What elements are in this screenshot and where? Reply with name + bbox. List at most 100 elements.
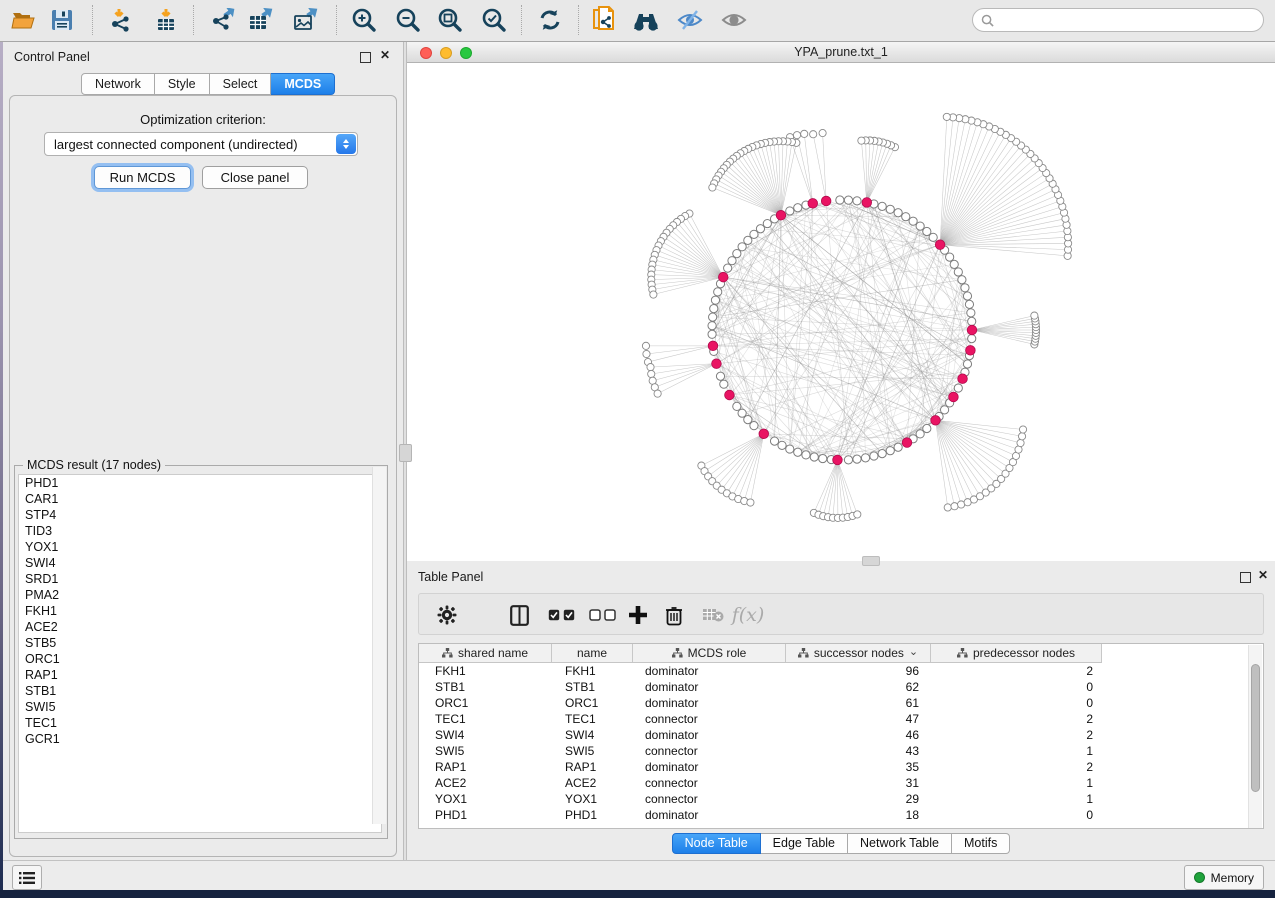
- mcds-result-item[interactable]: SRD1: [19, 571, 381, 587]
- cell-succ[interactable]: 18: [786, 808, 931, 822]
- cell-pred[interactable]: 0: [931, 808, 1102, 822]
- mcds-result-item[interactable]: PMA2: [19, 587, 381, 603]
- cell-role[interactable]: dominator: [633, 760, 786, 774]
- cell-pred[interactable]: 2: [931, 664, 1102, 678]
- export-image-button[interactable]: [288, 3, 324, 37]
- cell-succ[interactable]: 47: [786, 712, 931, 726]
- cell-name[interactable]: YOX1: [552, 792, 633, 806]
- cell-shared[interactable]: ACE2: [419, 776, 552, 790]
- new-network-from-selection-button[interactable]: [586, 3, 622, 37]
- mcds-result-item[interactable]: SWI5: [19, 699, 381, 715]
- run-mcds-button[interactable]: Run MCDS: [94, 166, 191, 189]
- horizontal-splitter-handle[interactable]: [862, 556, 880, 566]
- column-header-role[interactable]: MCDS role: [633, 644, 786, 662]
- table-row-ORC1[interactable]: ORC1ORC1dominator610: [419, 695, 1263, 711]
- cell-succ[interactable]: 96: [786, 664, 931, 678]
- table-row-SWI5[interactable]: SWI5SWI5connector431: [419, 743, 1263, 759]
- zoom-selected-button[interactable]: [476, 3, 512, 37]
- column-header-name[interactable]: name: [552, 644, 633, 662]
- cell-succ[interactable]: 43: [786, 744, 931, 758]
- cell-name[interactable]: SWI4: [552, 728, 633, 742]
- mcds-result-item[interactable]: ORC1: [19, 651, 381, 667]
- delete-table-button[interactable]: [700, 601, 726, 629]
- cell-shared[interactable]: SWI4: [419, 728, 552, 742]
- tab-edge-table[interactable]: Edge Table: [761, 833, 848, 854]
- hide-selected-button[interactable]: [672, 3, 708, 37]
- tab-select[interactable]: Select: [210, 73, 272, 95]
- import-network-button[interactable]: [103, 3, 139, 37]
- cell-name[interactable]: ACE2: [552, 776, 633, 790]
- cell-role[interactable]: dominator: [633, 680, 786, 694]
- function-builder-button[interactable]: f(x): [731, 601, 765, 629]
- delete-columns-button[interactable]: [662, 601, 686, 629]
- create-column-button[interactable]: [625, 601, 651, 629]
- apply-layout-button[interactable]: [532, 3, 568, 37]
- table-row-STB1[interactable]: STB1STB1dominator620: [419, 679, 1263, 695]
- cell-name[interactable]: ORC1: [552, 696, 633, 710]
- network-canvas[interactable]: [407, 63, 1275, 560]
- cell-role[interactable]: dominator: [633, 664, 786, 678]
- mcds-result-list[interactable]: PHD1CAR1STP4TID3YOX1SWI4SRD1PMA2FKH1ACE2…: [18, 474, 382, 833]
- deselect-all-button[interactable]: [587, 601, 617, 629]
- zoom-in-button[interactable]: [346, 3, 382, 37]
- cell-pred[interactable]: 1: [931, 792, 1102, 806]
- cell-pred[interactable]: 2: [931, 728, 1102, 742]
- mcds-result-item[interactable]: FKH1: [19, 603, 381, 619]
- table-scrollbar-thumb[interactable]: [1251, 664, 1260, 792]
- export-table-button[interactable]: [243, 3, 279, 37]
- cell-shared[interactable]: RAP1: [419, 760, 552, 774]
- close-panel-icon[interactable]: ✕: [380, 48, 390, 62]
- task-history-button[interactable]: [12, 865, 42, 890]
- cell-role[interactable]: dominator: [633, 696, 786, 710]
- cell-pred[interactable]: 2: [931, 712, 1102, 726]
- mcds-result-item[interactable]: STP4: [19, 507, 381, 523]
- cell-pred[interactable]: 0: [931, 680, 1102, 694]
- float-panel-icon[interactable]: [360, 52, 371, 63]
- import-table-button[interactable]: [148, 3, 184, 37]
- cell-shared[interactable]: STB1: [419, 680, 552, 694]
- select-all-button[interactable]: [546, 601, 576, 629]
- cell-role[interactable]: dominator: [633, 808, 786, 822]
- mcds-result-item[interactable]: YOX1: [19, 539, 381, 555]
- cell-shared[interactable]: PHD1: [419, 808, 552, 822]
- memory-button[interactable]: Memory: [1184, 865, 1264, 890]
- table-row-FKH1[interactable]: FKH1FKH1dominator962: [419, 663, 1263, 679]
- cell-succ[interactable]: 46: [786, 728, 931, 742]
- cell-pred[interactable]: 1: [931, 776, 1102, 790]
- cell-role[interactable]: connector: [633, 744, 786, 758]
- table-row-ACE2[interactable]: ACE2ACE2connector311: [419, 775, 1263, 791]
- cell-pred[interactable]: 2: [931, 760, 1102, 774]
- cell-shared[interactable]: SWI5: [419, 744, 552, 758]
- cell-shared[interactable]: FKH1: [419, 664, 552, 678]
- table-row-TEC1[interactable]: TEC1TEC1connector472: [419, 711, 1263, 727]
- table-scrollbar[interactable]: [1248, 645, 1262, 828]
- show-columns-button[interactable]: [507, 601, 531, 629]
- zoom-fit-button[interactable]: [432, 3, 468, 37]
- mcds-result-item[interactable]: ACE2: [19, 619, 381, 635]
- table-mode-button[interactable]: [435, 601, 459, 629]
- tab-node-table[interactable]: Node Table: [672, 833, 761, 854]
- cell-shared[interactable]: ORC1: [419, 696, 552, 710]
- export-network-button[interactable]: [205, 3, 241, 37]
- tab-network-table[interactable]: Network Table: [848, 833, 952, 854]
- search-network-button[interactable]: [628, 3, 664, 37]
- mcds-result-item[interactable]: TEC1: [19, 715, 381, 731]
- column-header-shared[interactable]: shared name: [419, 644, 552, 662]
- cell-succ[interactable]: 61: [786, 696, 931, 710]
- mcds-result-item[interactable]: TID3: [19, 523, 381, 539]
- cell-name[interactable]: SWI5: [552, 744, 633, 758]
- tab-network[interactable]: Network: [81, 73, 155, 95]
- zoom-out-button[interactable]: [390, 3, 426, 37]
- cell-role[interactable]: connector: [633, 792, 786, 806]
- table-row-SWI4[interactable]: SWI4SWI4dominator462: [419, 727, 1263, 743]
- network-search-box[interactable]: [972, 8, 1264, 32]
- tab-mcds[interactable]: MCDS: [271, 73, 335, 95]
- cell-name[interactable]: PHD1: [552, 808, 633, 822]
- mcds-result-item[interactable]: GCR1: [19, 731, 381, 747]
- cell-succ[interactable]: 35: [786, 760, 931, 774]
- cell-shared[interactable]: YOX1: [419, 792, 552, 806]
- table-row-YOX1[interactable]: YOX1YOX1connector291: [419, 791, 1263, 807]
- mcds-result-item[interactable]: CAR1: [19, 491, 381, 507]
- table-row-PHD1[interactable]: PHD1PHD1dominator180: [419, 807, 1263, 823]
- cell-succ[interactable]: 31: [786, 776, 931, 790]
